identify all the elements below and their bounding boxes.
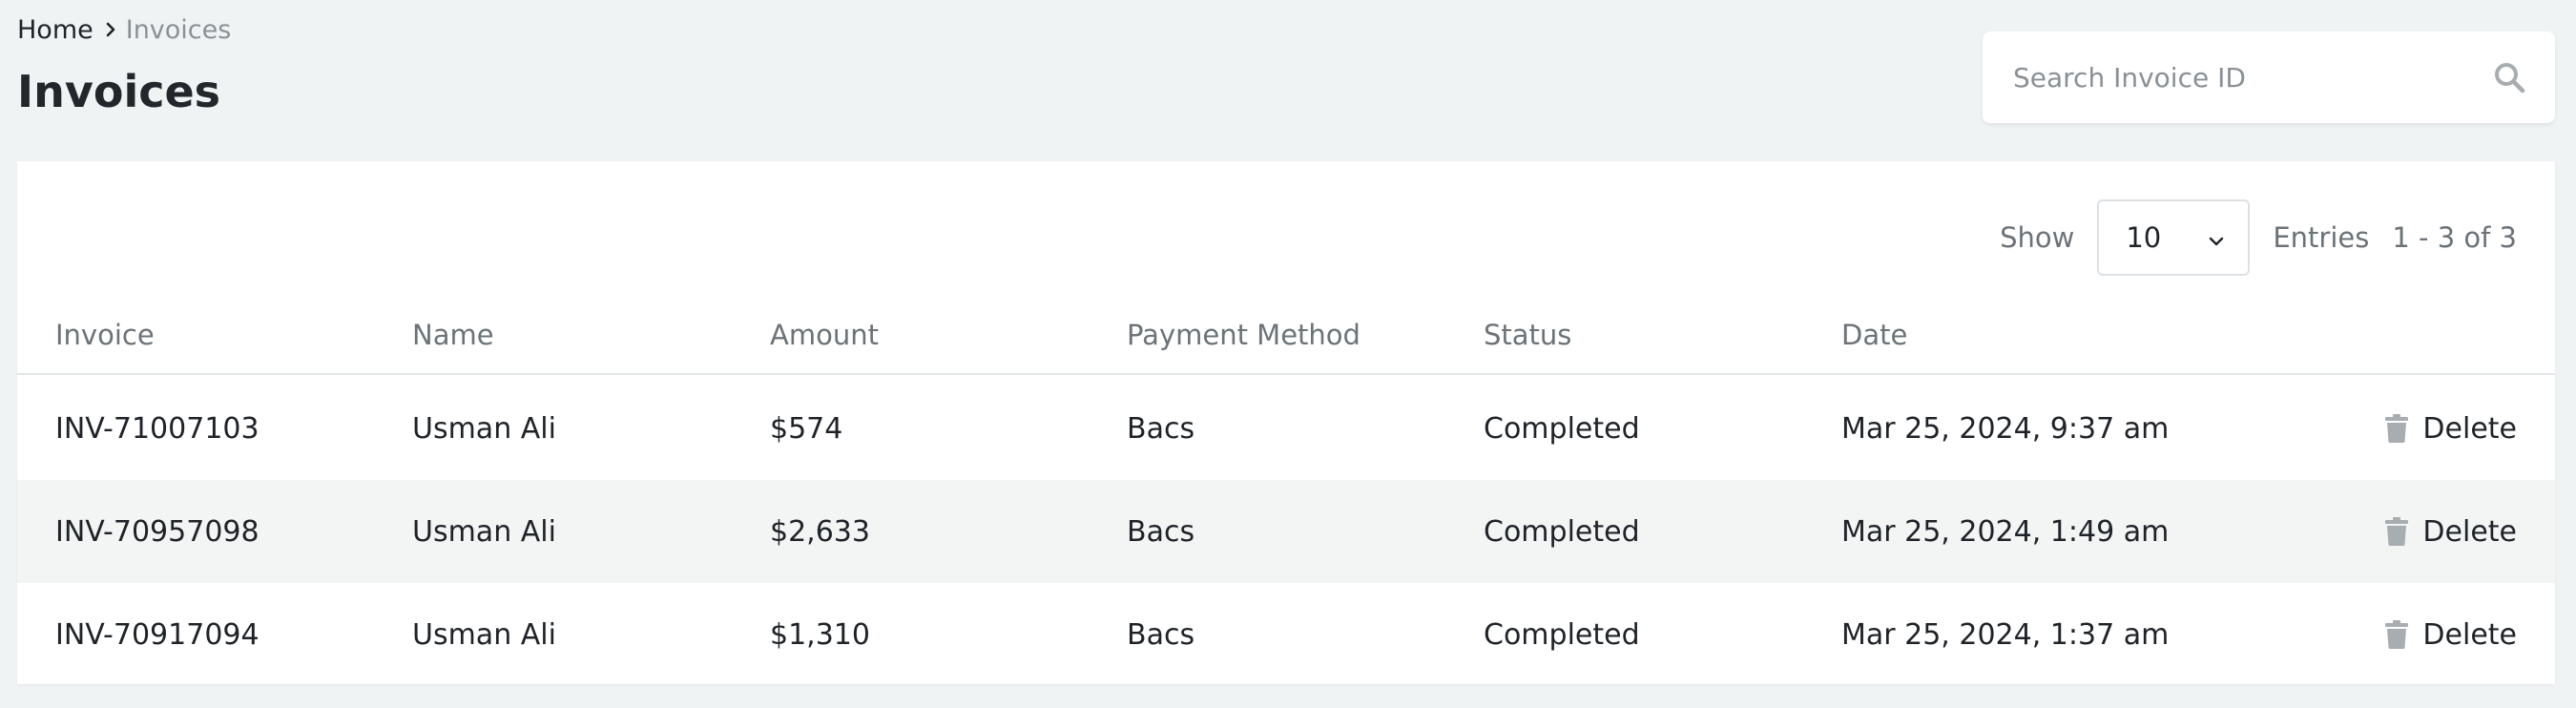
search-icon[interactable] <box>2492 60 2526 94</box>
trash-icon <box>2385 414 2409 443</box>
customer-name: Usman Ali <box>412 514 556 549</box>
pagination-range: 1 - 3 of 3 <box>2392 221 2517 254</box>
chevron-right-icon <box>105 22 116 37</box>
delete-label: Delete <box>2422 617 2517 652</box>
table-row: INV-71007103 Usman Ali $574 Bacs Complet… <box>17 377 2555 480</box>
table-row: INV-70917094 Usman Ali $1,310 Bacs Compl… <box>17 583 2555 686</box>
invoice-amount: $2,633 <box>770 514 870 549</box>
table-header: Invoice Name Amount Payment Method Statu… <box>17 295 2555 375</box>
invoice-date: Mar 25, 2024, 9:37 am <box>1841 411 2170 446</box>
customer-name: Usman Ali <box>412 617 556 652</box>
invoice-date: Mar 25, 2024, 1:49 am <box>1841 514 2170 549</box>
invoice-status: Completed <box>1484 617 1640 652</box>
page-size-select[interactable]: 10 <box>2097 199 2251 276</box>
invoice-amount: $574 <box>770 411 843 446</box>
column-header-invoice: Invoice <box>55 319 155 351</box>
column-header-amount: Amount <box>770 319 879 351</box>
payment-method: Bacs <box>1127 617 1195 652</box>
show-label: Show <box>2000 221 2075 254</box>
column-header-payment-method: Payment Method <box>1127 319 1361 351</box>
invoices-card: Show 10 Entries 1 - 3 of 3 Invoice Name … <box>17 161 2555 684</box>
invoice-amount: $1,310 <box>770 617 870 652</box>
invoices-page: Home Invoices Invoices Show 10 Entries 1 <box>0 0 2576 708</box>
invoice-status: Completed <box>1484 411 1640 446</box>
page-title: Invoices <box>17 66 221 117</box>
delete-button[interactable]: Delete <box>2384 480 2517 583</box>
table-toolbar: Show 10 Entries 1 - 3 of 3 <box>2000 199 2517 276</box>
delete-label: Delete <box>2422 411 2517 446</box>
entries-label: Entries <box>2273 221 2370 254</box>
delete-button[interactable]: Delete <box>2384 583 2517 686</box>
search-box <box>1983 31 2555 123</box>
trash-icon <box>2385 620 2409 649</box>
invoice-id: INV-70917094 <box>55 617 260 652</box>
invoice-id: INV-70957098 <box>55 514 260 549</box>
invoice-status: Completed <box>1484 514 1640 549</box>
trash-icon <box>2385 517 2409 546</box>
column-header-status: Status <box>1484 319 1572 351</box>
breadcrumb-current: Invoices <box>125 14 232 45</box>
customer-name: Usman Ali <box>412 411 556 446</box>
payment-method: Bacs <box>1127 411 1195 446</box>
breadcrumb: Home Invoices <box>17 14 232 45</box>
column-header-name: Name <box>412 319 494 351</box>
delete-button[interactable]: Delete <box>2384 377 2517 480</box>
column-header-date: Date <box>1841 319 1908 351</box>
delete-label: Delete <box>2422 514 2517 549</box>
search-input[interactable] <box>2013 49 2471 106</box>
invoice-id: INV-71007103 <box>55 411 260 446</box>
chevron-down-icon <box>2208 221 2225 254</box>
payment-method: Bacs <box>1127 514 1195 549</box>
breadcrumb-home-link[interactable]: Home <box>17 15 93 45</box>
page-size-value: 10 <box>2126 221 2162 254</box>
table-row: INV-70957098 Usman Ali $2,633 Bacs Compl… <box>17 480 2555 583</box>
invoice-date: Mar 25, 2024, 1:37 am <box>1841 617 2170 652</box>
